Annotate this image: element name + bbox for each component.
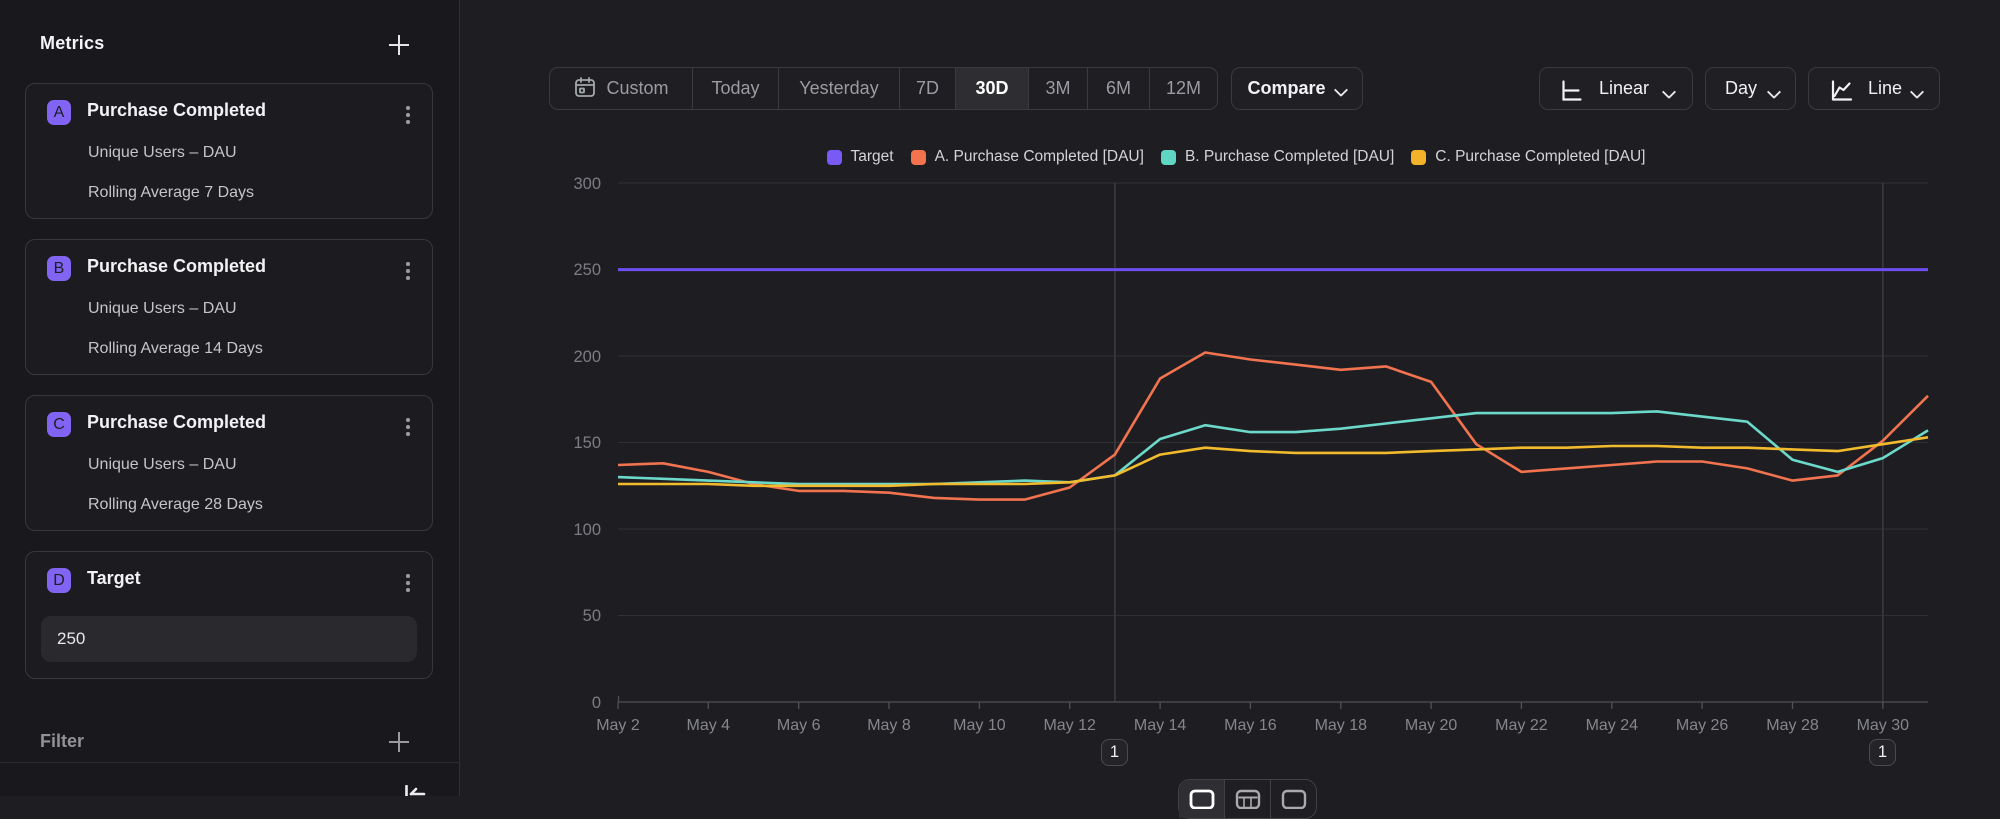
svg-text:May 20: May 20 bbox=[1405, 717, 1458, 734]
svg-text:May 14: May 14 bbox=[1134, 717, 1187, 734]
svg-text:May 24: May 24 bbox=[1586, 717, 1639, 734]
svg-text:May 30: May 30 bbox=[1857, 717, 1910, 734]
svg-text:May 4: May 4 bbox=[687, 717, 731, 734]
svg-text:May 12: May 12 bbox=[1043, 717, 1096, 734]
svg-text:May 10: May 10 bbox=[953, 717, 1006, 734]
svg-text:100: 100 bbox=[573, 521, 601, 539]
svg-text:250: 250 bbox=[573, 261, 601, 279]
svg-text:May 8: May 8 bbox=[867, 717, 911, 734]
svg-text:200: 200 bbox=[573, 348, 601, 366]
svg-text:May 22: May 22 bbox=[1495, 717, 1548, 734]
svg-text:0: 0 bbox=[592, 694, 601, 712]
svg-text:150: 150 bbox=[573, 434, 601, 452]
svg-text:May 26: May 26 bbox=[1676, 717, 1729, 734]
svg-text:May 28: May 28 bbox=[1766, 717, 1819, 734]
svg-text:May 2: May 2 bbox=[596, 717, 640, 734]
svg-text:May 18: May 18 bbox=[1315, 717, 1368, 734]
svg-text:50: 50 bbox=[583, 607, 601, 625]
svg-text:May 6: May 6 bbox=[777, 717, 821, 734]
svg-text:May 16: May 16 bbox=[1224, 717, 1277, 734]
svg-text:300: 300 bbox=[573, 175, 601, 193]
